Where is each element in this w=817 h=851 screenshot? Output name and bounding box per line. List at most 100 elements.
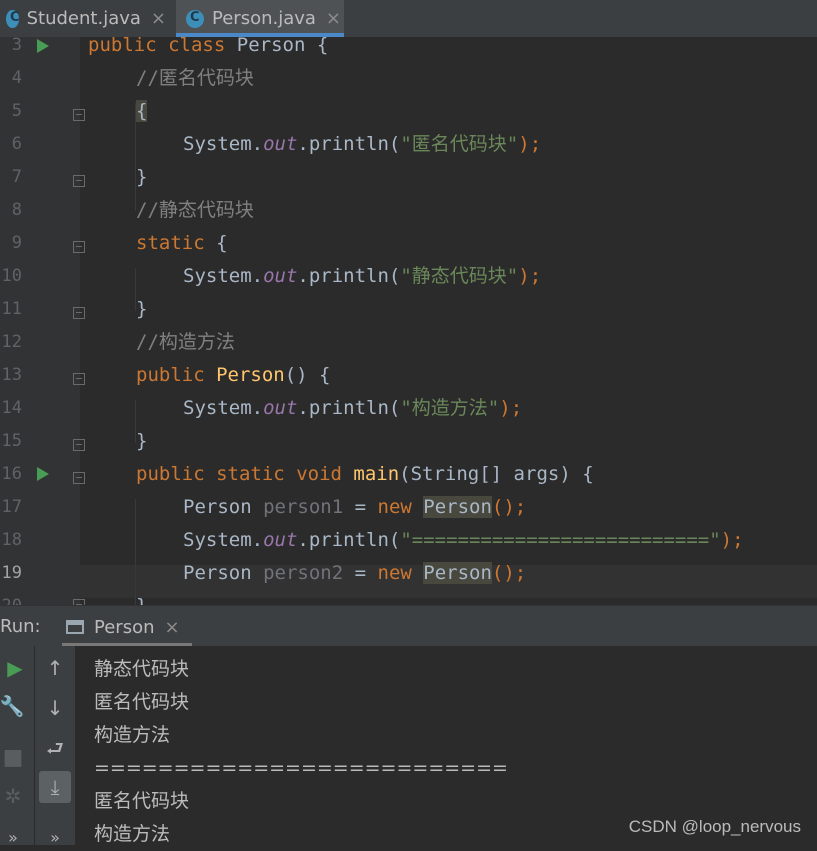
close-icon[interactable]: × xyxy=(326,8,341,29)
run-icon[interactable] xyxy=(37,467,49,481)
class-name: Person xyxy=(423,562,492,584)
brace: } xyxy=(136,298,148,320)
static-field: out xyxy=(263,397,298,419)
close-icon[interactable]: × xyxy=(165,617,180,638)
code-line-15[interactable]: } xyxy=(136,425,147,458)
arrow-up-icon[interactable]: ↑ xyxy=(40,656,70,680)
fold-icon[interactable] xyxy=(73,439,85,451)
fold-icon[interactable] xyxy=(73,109,85,121)
more-icon[interactable]: » xyxy=(40,826,70,850)
code-line-9[interactable]: static { xyxy=(136,227,228,260)
wrench-icon[interactable]: 🔧 xyxy=(0,694,27,718)
line-number: 20 xyxy=(0,590,22,605)
punctuation: ); xyxy=(518,265,542,287)
editor-tab-bar: Student.java × Person.java × xyxy=(0,0,817,38)
code-line-13[interactable]: public Person() { xyxy=(136,359,331,392)
run-tool-window: Run: Person × ▶ 🔧 ■ ✲ » ↑ ↓ ⮐ ⤓ » 静态代码块匿… xyxy=(0,605,817,847)
line-number: 8 xyxy=(11,200,22,220)
method-call: .println( xyxy=(297,397,401,419)
method-call: .println( xyxy=(297,529,401,551)
code-line-11[interactable]: } xyxy=(136,293,147,326)
soft-wrap-icon[interactable]: ⮐ xyxy=(40,736,70,760)
tab-person-java[interactable]: Person.java × xyxy=(176,0,344,37)
line-number: 5 xyxy=(11,101,22,121)
fold-icon[interactable] xyxy=(73,373,85,385)
console-line: 匿名代码块 xyxy=(94,790,190,812)
keyword: static xyxy=(216,463,285,485)
console-toolbar: ↑ ↓ ⮐ ⤓ » xyxy=(35,646,75,847)
function-name: Person xyxy=(216,364,285,386)
brace: } xyxy=(136,430,148,452)
line-number: 10 xyxy=(1,266,22,286)
more-icon[interactable]: » xyxy=(0,826,28,850)
code-line-19[interactable]: Person person2 = new Person(); xyxy=(183,557,526,590)
console-line: 构造方法 xyxy=(94,724,171,746)
keyword: public xyxy=(88,37,157,56)
run-icon[interactable] xyxy=(37,39,49,53)
close-icon[interactable]: × xyxy=(151,8,166,29)
string-literal: "==========================" xyxy=(400,529,721,551)
brace: { xyxy=(305,37,329,56)
code-line-18[interactable]: System.out.println("====================… xyxy=(183,524,744,557)
line-number: 16 xyxy=(1,464,22,484)
identifier: System. xyxy=(183,397,264,419)
fold-icon[interactable] xyxy=(73,307,85,319)
line-number: 13 xyxy=(1,365,22,385)
console-output[interactable]: 静态代码块 匿名代码块 构造方法 ==========================… xyxy=(94,653,508,851)
code-line-14[interactable]: System.out.println("构造方法"); xyxy=(183,392,522,425)
code-line-10[interactable]: System.out.println("静态代码块"); xyxy=(183,260,541,293)
keyword: static xyxy=(136,232,205,254)
brace: } xyxy=(136,595,147,605)
string-literal: "静态代码块" xyxy=(400,265,519,287)
code-line-5[interactable]: { xyxy=(136,95,148,128)
keyword: public xyxy=(136,364,205,386)
keyword: public xyxy=(136,463,205,485)
active-tab-indicator xyxy=(62,643,192,646)
punctuation: (String[] args) { xyxy=(399,463,594,485)
keyword: class xyxy=(168,37,226,56)
fold-icon[interactable] xyxy=(73,472,85,484)
code-editor[interactable]: 3 4 5 6 7 8 9 10 11 12 13 14 15 16 17 18 19 20 public cla… xyxy=(0,37,817,605)
comment: //静态代码块 xyxy=(136,199,254,221)
arrow-down-icon[interactable]: ↓ xyxy=(40,696,70,720)
code-line-6[interactable]: System.out.println("匿名代码块"); xyxy=(183,128,541,161)
function-name: main xyxy=(353,463,400,485)
code-line-4[interactable]: //匿名代码块 xyxy=(136,62,254,95)
code-line-16[interactable]: public static void main(String[] args) { xyxy=(136,458,594,491)
brace: { xyxy=(136,100,148,122)
identifier: System. xyxy=(183,265,264,287)
run-label: Run: xyxy=(0,616,41,637)
play-icon[interactable]: ▶ xyxy=(0,656,30,680)
code-line-17[interactable]: Person person1 = new Person(); xyxy=(183,491,526,524)
gear-icon[interactable]: ✲ xyxy=(0,784,28,808)
line-number: 4 xyxy=(11,68,22,88)
keyword: new xyxy=(377,562,412,584)
variable: person2 xyxy=(263,562,344,584)
operator: = xyxy=(343,562,378,584)
run-tab-person[interactable]: Person × xyxy=(62,608,192,646)
code-line-20[interactable]: } xyxy=(136,590,147,605)
line-number: 9 xyxy=(11,233,22,253)
code-line-7[interactable]: } xyxy=(136,161,147,194)
tab-label: Person.java xyxy=(212,8,316,29)
line-number: 17 xyxy=(1,497,22,517)
type-name: Person xyxy=(183,496,252,518)
tab-student-java[interactable]: Student.java × xyxy=(6,0,166,37)
punctuation: ); xyxy=(499,397,523,419)
static-field: out xyxy=(263,529,298,551)
fold-icon[interactable] xyxy=(73,241,85,253)
punctuation: ); xyxy=(720,529,744,551)
stop-icon[interactable]: ■ xyxy=(0,746,28,770)
watermark: CSDN @loop_nervous xyxy=(628,817,801,836)
fold-icon[interactable] xyxy=(73,175,85,187)
line-number: 19 xyxy=(1,563,22,583)
java-class-icon xyxy=(186,9,204,28)
code-line-8[interactable]: //静态代码块 xyxy=(136,194,254,227)
console-line: 匿名代码块 xyxy=(94,691,190,713)
line-number: 7 xyxy=(11,167,22,187)
code-line-3[interactable]: public class Person { xyxy=(88,37,328,62)
scroll-to-end-icon[interactable]: ⤓ xyxy=(39,771,71,803)
line-number: 15 xyxy=(1,431,22,451)
line-number: 6 xyxy=(11,134,22,154)
code-line-12[interactable]: //构造方法 xyxy=(136,326,235,359)
